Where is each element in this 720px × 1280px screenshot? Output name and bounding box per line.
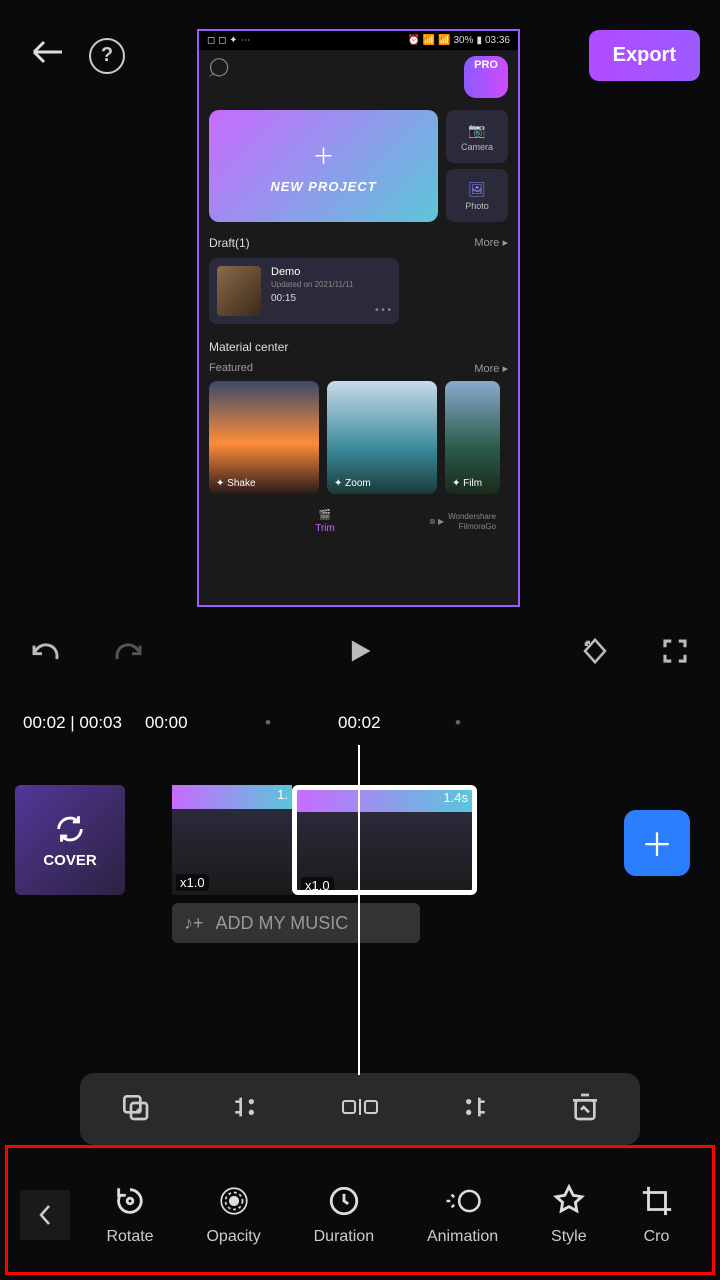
new-project-button: ＋ NEW PROJECT xyxy=(209,110,438,222)
new-project-label: NEW PROJECT xyxy=(270,179,376,194)
pro-badge: PRO xyxy=(464,56,508,98)
rotate-tool[interactable]: Rotate xyxy=(106,1184,153,1246)
split-icon[interactable] xyxy=(341,1092,379,1127)
clip-speed: x1.0 xyxy=(176,874,209,891)
delete-icon[interactable] xyxy=(569,1091,601,1128)
profile-icon: ◯⌒ xyxy=(209,56,229,98)
transition-bar xyxy=(80,1073,640,1145)
top-left-controls: ? xyxy=(30,38,125,74)
draft-updated: Updated on 2021/11/11 xyxy=(271,280,353,289)
tools-back-button[interactable] xyxy=(20,1190,70,1240)
status-right: ⏰ 📶 📶 30% ▮ 03:36 xyxy=(408,35,510,46)
time-dot: • xyxy=(265,713,271,733)
style-label: Style xyxy=(551,1228,587,1246)
export-button[interactable]: Export xyxy=(589,30,700,81)
featured-more: More ▸ xyxy=(474,362,508,375)
rotate-label: Rotate xyxy=(106,1228,153,1246)
clip-duration: 1.4s xyxy=(443,790,468,805)
clip-duration: 1. xyxy=(277,787,288,802)
add-music-button[interactable]: ♪+ ADD MY MUSIC xyxy=(172,903,420,943)
time-marker-0: 00:00 xyxy=(145,713,188,733)
clip-group[interactable]: 1. x1.0 1.4s x1.0 xyxy=(172,785,477,895)
bottom-tools: Rotate Opacity Duration Animation Style … xyxy=(0,1150,720,1280)
featured-title: Featured xyxy=(209,362,253,375)
draft-more: More ▸ xyxy=(474,236,508,250)
clip-1[interactable]: 1. x1.0 xyxy=(172,785,292,895)
redo-icon[interactable] xyxy=(112,635,144,672)
add-clip-button[interactable]: ＋ xyxy=(624,810,690,876)
fullscreen-icon[interactable] xyxy=(660,636,690,671)
photo-button: 🖼Photo xyxy=(446,169,508,222)
preview-profile-row: ◯⌒ PRO xyxy=(199,50,518,104)
playback-controls xyxy=(0,635,720,672)
time-marker-1: 00:02 xyxy=(338,713,381,733)
wondershare-watermark: ⊗ ▶Wondershare FilmoraGo xyxy=(429,512,496,531)
help-icon[interactable]: ? xyxy=(89,38,125,74)
current-time: 00:02 | 00:03 xyxy=(23,713,122,733)
preview-status-bar: ◻ ◻ ✦ ⋯ ⏰ 📶 📶 30% ▮ 03:36 xyxy=(199,31,518,50)
crop-tool[interactable]: Cro xyxy=(640,1184,674,1246)
template-zoom: ✦ Zoom xyxy=(327,381,437,494)
clip-2-selected[interactable]: 1.4s x1.0 xyxy=(292,785,477,895)
draft-name: Demo xyxy=(271,266,353,278)
playhead[interactable] xyxy=(358,745,360,1075)
time-dot: • xyxy=(455,713,461,733)
preview-panel: ◻ ◻ ✦ ⋯ ⏰ 📶 📶 30% ▮ 03:36 ◯⌒ PRO ＋ NEW P… xyxy=(197,29,520,607)
clip-speed: x1.0 xyxy=(301,877,334,894)
material-center-title: Material center xyxy=(209,340,508,354)
style-tool[interactable]: Style xyxy=(551,1184,587,1246)
animation-label: Animation xyxy=(427,1228,498,1246)
plus-icon: ＋ xyxy=(312,139,334,171)
status-left: ◻ ◻ ✦ ⋯ xyxy=(207,35,250,46)
undo-icon[interactable] xyxy=(30,635,62,672)
draft-title: Draft(1) xyxy=(209,236,250,250)
keyframe-icon[interactable] xyxy=(580,636,610,671)
animation-tool[interactable]: Animation xyxy=(427,1184,498,1246)
copy-icon[interactable] xyxy=(119,1091,151,1128)
draft-duration: 00:15 xyxy=(271,293,353,304)
opacity-label: Opacity xyxy=(206,1228,260,1246)
play-button[interactable] xyxy=(346,635,374,672)
back-icon[interactable] xyxy=(30,38,64,73)
duration-label: Duration xyxy=(314,1228,374,1246)
template-film: ✦ Film xyxy=(445,381,500,494)
cover-clip[interactable]: COVER xyxy=(15,785,125,895)
timeline[interactable]: COVER 1. x1.0 1.4s x1.0 ＋ ♪+ ADD MY MUSI… xyxy=(0,785,720,1075)
add-music-label: ADD MY MUSIC xyxy=(216,913,349,934)
opacity-tool[interactable]: Opacity xyxy=(206,1184,260,1246)
template-shake: ✦ Shake xyxy=(209,381,319,494)
preview-home: ＋ NEW PROJECT 📷Camera 🖼Photo Draft(1) Mo… xyxy=(199,104,518,548)
trim-tab: 🎬Trim xyxy=(315,510,335,534)
time-bar: 00:02 | 00:03 00:00 • 00:02 • xyxy=(0,713,720,733)
duration-tool[interactable]: Duration xyxy=(314,1184,374,1246)
draft-menu-icon: • • • xyxy=(375,305,391,316)
draft-thumbnail xyxy=(217,266,261,316)
cover-label: COVER xyxy=(43,852,96,869)
crop-label: Cro xyxy=(644,1228,670,1246)
trim-left-icon[interactable] xyxy=(230,1091,262,1128)
trim-right-icon[interactable] xyxy=(458,1091,490,1128)
camera-button: 📷Camera xyxy=(446,110,508,163)
draft-card: Demo Updated on 2021/11/11 00:15 • • • xyxy=(209,258,399,324)
music-plus-icon: ♪+ xyxy=(184,913,204,934)
